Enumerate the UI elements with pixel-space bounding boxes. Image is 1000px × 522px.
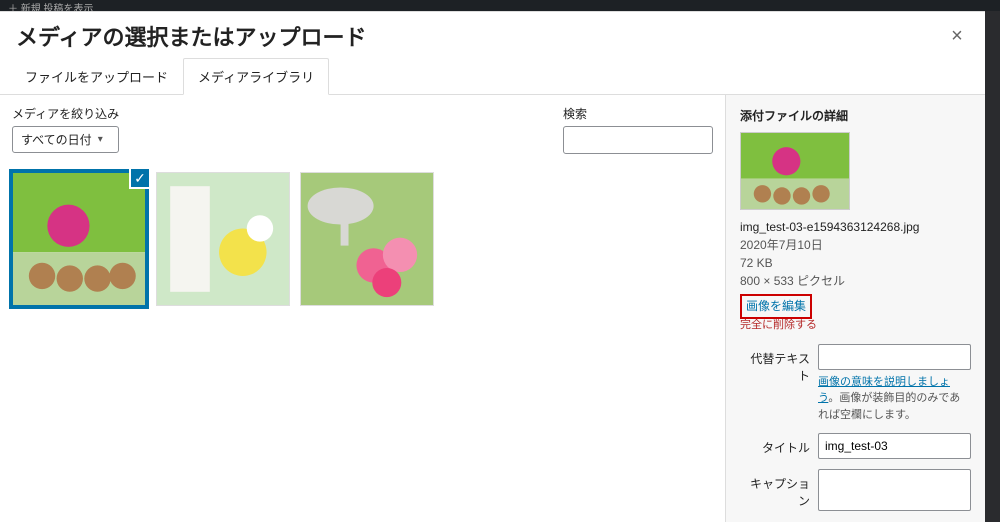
caption-input[interactable]: [818, 469, 971, 511]
file-dimensions: 800 × 533 ピクセル: [740, 272, 971, 290]
file-size: 72 KB: [740, 254, 971, 272]
modal-header: メディアの選択またはアップロード ×: [0, 12, 985, 58]
file-meta: img_test-03-e1594363124268.jpg 2020年7月10…: [740, 218, 971, 334]
caption-label: キャプション: [740, 469, 810, 509]
media-item-3[interactable]: [300, 172, 434, 306]
background-strip: [985, 11, 1000, 522]
tab-upload[interactable]: ファイルをアップロード: [10, 58, 183, 95]
attachment-preview: [740, 132, 850, 210]
tab-library[interactable]: メディアライブラリ: [183, 58, 329, 95]
alt-text-label: 代替テキスト: [740, 344, 810, 384]
adminbar-left: ＋ 新規 投稿を表示: [8, 4, 94, 11]
alt-text-help: 画像の意味を説明しましょう。画像が装飾目的のみであれば空欄にします。: [818, 374, 971, 424]
caption-row: キャプション: [740, 469, 971, 514]
main-panel: メディアを絞り込み すべての日付 ▾ 検索: [0, 95, 725, 522]
title-input[interactable]: [818, 433, 971, 459]
alt-text-row: 代替テキスト 画像の意味を説明しましょう。画像が装飾目的のみであれば空欄にします…: [740, 344, 971, 424]
edit-image-highlight: 画像を編集: [740, 294, 812, 319]
tab-upload-label: ファイルをアップロード: [25, 70, 168, 85]
title-row: タイトル: [740, 433, 971, 459]
delete-permanently-link[interactable]: 完全に削除する: [740, 317, 971, 334]
thumbnail-image: [301, 173, 433, 305]
chevron-down-icon: ▾: [98, 134, 103, 145]
file-date: 2020年7月10日: [740, 236, 971, 254]
toolbar: メディアを絞り込み すべての日付 ▾ 検索: [12, 105, 713, 154]
date-select[interactable]: すべての日付 ▾: [12, 126, 119, 153]
media-modal: メディアの選択またはアップロード × ファイルをアップロード メディアライブラリ…: [0, 11, 985, 522]
preview-image: [741, 133, 849, 209]
modal-title: メディアの選択またはアップロード: [16, 20, 366, 52]
media-item-1[interactable]: ✓: [12, 172, 146, 306]
alt-text-input[interactable]: [818, 344, 971, 370]
close-button[interactable]: ×: [945, 24, 969, 48]
close-icon: ×: [951, 25, 963, 48]
sidebar-heading: 添付ファイルの詳細: [740, 107, 971, 124]
search-label: 検索: [563, 105, 713, 122]
modal-tabs: ファイルをアップロード メディアライブラリ: [0, 58, 985, 95]
attachment-details: 添付ファイルの詳細 img_test-03-e1594363124268.jpg…: [725, 95, 985, 522]
title-label: タイトル: [740, 433, 810, 456]
thumbnail-image: [157, 173, 289, 305]
edit-image-link[interactable]: 画像を編集: [746, 299, 806, 313]
file-name: img_test-03-e1594363124268.jpg: [740, 218, 971, 236]
modal-content: メディアを絞り込み すべての日付 ▾ 検索: [0, 95, 985, 522]
alt-help-tail: 。画像が装飾目的のみであれば空欄にします。: [818, 392, 960, 421]
date-select-value: すべての日付: [21, 131, 92, 148]
search-group: 検索: [563, 105, 713, 154]
admin-bar: ＋ 新規 投稿を表示: [0, 0, 1000, 11]
filter-label: メディアを絞り込み: [12, 105, 119, 122]
search-input[interactable]: [563, 126, 713, 154]
tab-library-label: メディアライブラリ: [198, 70, 314, 85]
media-item-2[interactable]: [156, 172, 290, 306]
thumbnail-image: [13, 173, 145, 305]
filter-group: メディアを絞り込み すべての日付 ▾: [12, 105, 119, 154]
selected-check-icon: ✓: [129, 167, 151, 189]
media-grid: ✓: [12, 172, 713, 306]
